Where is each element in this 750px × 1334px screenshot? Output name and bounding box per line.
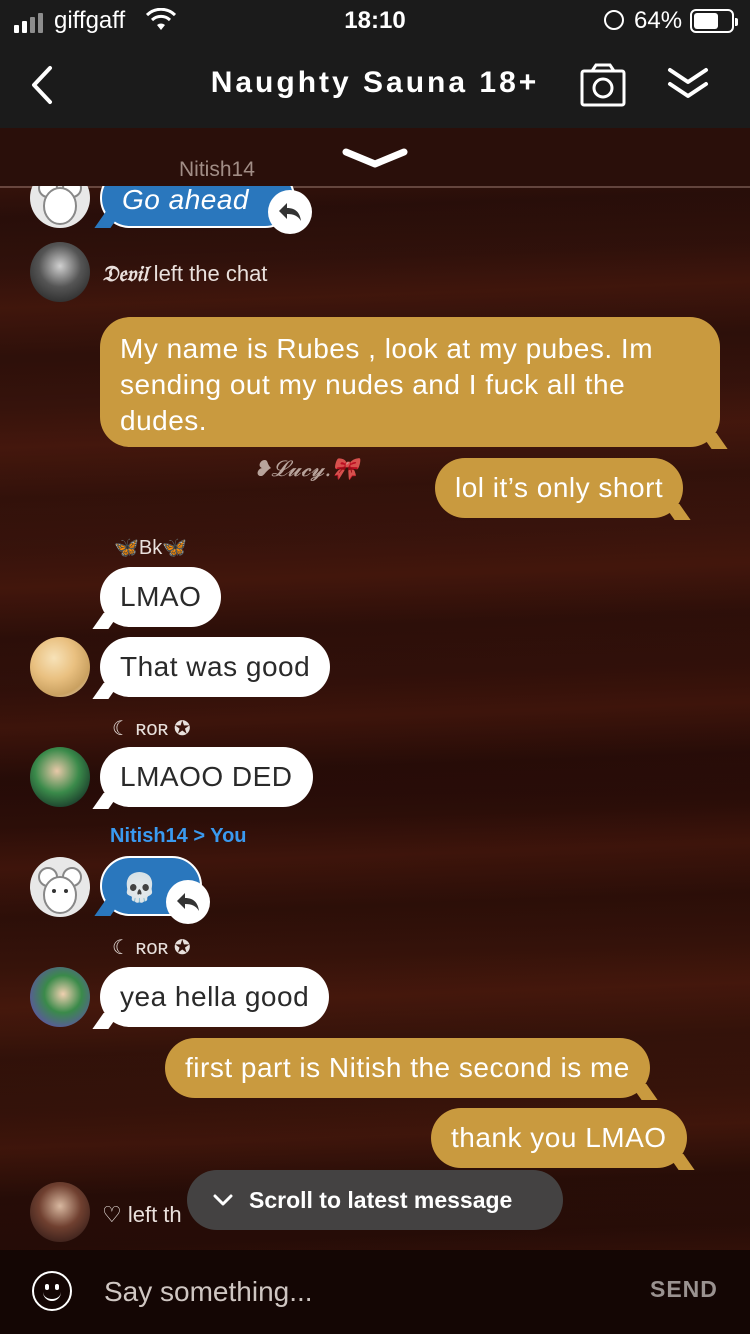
message-text: LMAO [120, 581, 202, 612]
reply-icon [279, 203, 301, 221]
sender-name[interactable]: ☾ ʀoʀ ✪ [112, 716, 191, 741]
send-button[interactable]: SEND [650, 1276, 718, 1303]
chat-message-bubble[interactable]: yea hella good [100, 967, 330, 1027]
system-message-nick: 𝔇𝔢𝔳𝔦𝔩 [102, 261, 148, 287]
nickname-decoration: ❥𝓛𝓾𝓬𝔂.🎀 [253, 457, 359, 482]
skull-emoji: 💀 [122, 871, 158, 904]
sender-name[interactable]: ☾ ʀoʀ ✪ [112, 935, 191, 960]
chat-title: Naughty Sauna 18+ [210, 66, 540, 99]
pinned-sender-name: Nitish14 [179, 158, 255, 181]
avatar[interactable] [30, 1182, 90, 1242]
message-text: first part is Nitish the second is me [185, 1052, 630, 1083]
chat-message-bubble[interactable]: lol it’s only short [435, 458, 684, 518]
message-text: My name is Rubes , look at my pubes. Im … [120, 333, 654, 436]
scroll-to-latest-label: Scroll to latest message [249, 1186, 513, 1213]
battery-icon [690, 9, 738, 33]
rotation-lock-icon [604, 10, 624, 30]
avatar[interactable] [30, 637, 90, 697]
reply-sender-name[interactable]: Nitish14 > You [110, 825, 247, 848]
sender-name[interactable]: 🦋Bk🦋 [114, 535, 187, 560]
chat-message-bubble[interactable]: My name is Rubes , look at my pubes. Im … [100, 317, 720, 447]
system-message-text: left the chat [147, 261, 268, 286]
chat-message-bubble[interactable]: LMAO [100, 567, 222, 627]
chat-header: Naughty Sauna 18+ [0, 44, 750, 128]
message-text: yea hella good [120, 981, 310, 1012]
status-bar: giffgaff 18:10 64% [0, 0, 750, 44]
avatar[interactable] [30, 242, 90, 302]
emoji-icon[interactable] [32, 1271, 72, 1311]
message-text: LMAOO DED [120, 761, 293, 792]
chat-message-bubble[interactable]: thank you LMAO [431, 1108, 687, 1168]
message-text: thank you LMAO [451, 1122, 667, 1153]
reply-button[interactable] [268, 190, 312, 234]
system-message: ♡ left th [102, 1202, 182, 1227]
avatar[interactable] [30, 857, 90, 917]
avatar[interactable] [30, 747, 90, 807]
chat-message-bubble[interactable]: LMAOO DED [100, 747, 313, 807]
camera-icon[interactable] [580, 63, 626, 107]
battery-percent: 64% [634, 7, 683, 34]
message-composer: SEND [0, 1250, 750, 1334]
reply-icon [177, 893, 199, 911]
reply-button[interactable] [166, 880, 210, 924]
message-input[interactable] [104, 1270, 604, 1314]
double-chevron-down-icon[interactable] [666, 64, 710, 104]
message-text: lol it’s only short [455, 472, 664, 503]
message-text: Go ahead [122, 184, 249, 215]
chevron-down-icon [213, 1194, 233, 1206]
scroll-to-latest-button[interactable]: Scroll to latest message [187, 1170, 563, 1230]
chevron-down-icon[interactable] [340, 144, 410, 174]
chat-message-bubble[interactable]: first part is Nitish the second is me [165, 1038, 650, 1098]
chat-message-bubble[interactable]: That was good [100, 637, 331, 697]
message-text: That was good [120, 651, 311, 682]
avatar[interactable] [30, 967, 90, 1027]
system-message: 𝔇𝔢𝔳𝔦𝔩 left the chat [102, 261, 267, 287]
